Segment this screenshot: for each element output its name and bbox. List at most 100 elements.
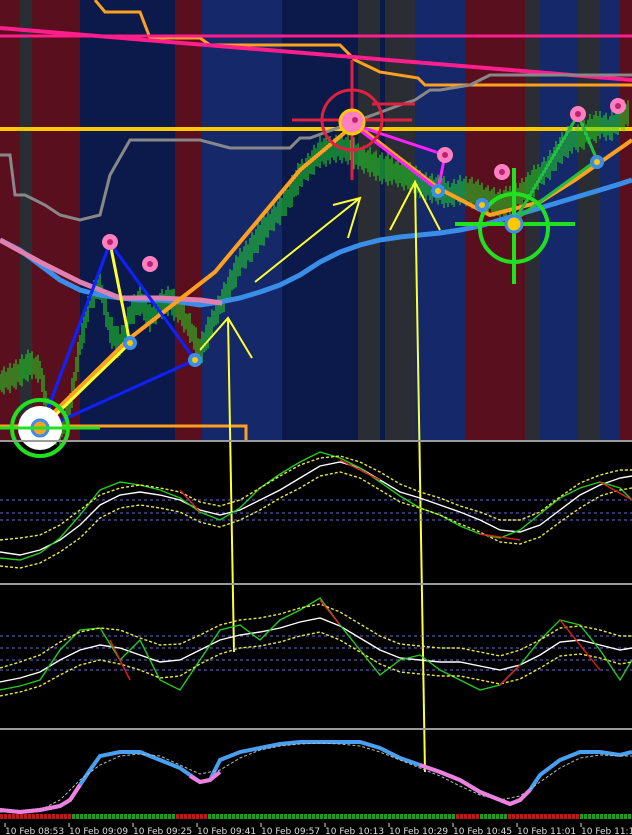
x-tick-label: 10 Feb 10:29 xyxy=(389,827,448,835)
histogram-bar xyxy=(208,814,211,819)
neutral-zone xyxy=(578,0,600,440)
x-tick-label: 10 Feb 09:25 xyxy=(133,827,192,835)
pink-dot-core xyxy=(499,169,505,175)
oscillator_3-main-line xyxy=(0,740,632,815)
pink-dot-core xyxy=(575,111,581,117)
histogram-bar xyxy=(348,814,351,819)
histogram-bar xyxy=(360,814,363,819)
histogram-strip xyxy=(0,814,631,819)
histogram-bar xyxy=(112,814,115,819)
osc2-red-segment xyxy=(559,619,601,671)
histogram-bar xyxy=(224,814,227,819)
histogram-bar xyxy=(156,814,159,819)
histogram-bar xyxy=(216,814,219,819)
oscillator_1-main-line xyxy=(0,461,632,556)
histogram-bar xyxy=(264,814,267,819)
histogram-bar xyxy=(0,814,3,819)
histogram-bar xyxy=(128,814,131,819)
histogram-bar xyxy=(280,814,283,819)
histogram-bar xyxy=(328,814,331,819)
histogram-bar xyxy=(624,814,627,819)
oscillator-layer xyxy=(0,451,632,815)
histogram-bar xyxy=(528,814,531,819)
histogram-bar xyxy=(368,814,371,819)
bull-zone xyxy=(600,0,620,440)
x-tick-label: 10 Feb 08:53 xyxy=(5,827,64,835)
pink-dot-core xyxy=(352,117,358,123)
histogram-bar xyxy=(488,814,491,819)
histogram-bar xyxy=(496,814,499,819)
histogram-bar xyxy=(252,814,255,819)
histogram-bar xyxy=(256,814,259,819)
histogram-bar xyxy=(172,814,175,819)
histogram-bar xyxy=(8,814,11,819)
histogram-bar xyxy=(120,814,123,819)
histogram-bar xyxy=(300,814,303,819)
histogram-bar xyxy=(524,814,527,819)
oscillator_2-signal-line xyxy=(0,597,632,691)
histogram-bar xyxy=(372,814,375,819)
histogram-bar xyxy=(4,814,7,819)
histogram-bar xyxy=(164,814,167,819)
histogram-bar xyxy=(548,814,551,819)
histogram-bar xyxy=(420,814,423,819)
green-target-dot xyxy=(504,214,524,234)
histogram-bar xyxy=(20,814,23,819)
histogram-bar xyxy=(596,814,599,819)
histogram-bar xyxy=(384,814,387,819)
x-tick-label: 10 Feb 09:41 xyxy=(197,827,256,835)
histogram-bar xyxy=(336,814,339,819)
neutral-zone xyxy=(525,0,540,440)
oscillator_2-env_lower-line xyxy=(0,631,632,697)
histogram-bar xyxy=(408,814,411,819)
histogram-bar xyxy=(272,814,275,819)
x-tick-label: 10 Feb 09:09 xyxy=(69,827,128,835)
histogram-bar xyxy=(320,814,323,819)
histogram-bar xyxy=(292,814,295,819)
pink-dot-core xyxy=(147,261,153,267)
histogram-bar xyxy=(144,814,147,819)
histogram-bar xyxy=(260,814,263,819)
histogram-bar xyxy=(460,814,463,819)
histogram-bar xyxy=(400,814,403,819)
histogram-bar xyxy=(236,814,239,819)
histogram-bar xyxy=(580,814,583,819)
histogram-bar xyxy=(308,814,311,819)
histogram-bar xyxy=(64,814,67,819)
histogram-bar xyxy=(396,814,399,819)
histogram-bar xyxy=(212,814,215,819)
histogram-bar xyxy=(552,814,555,819)
histogram-bar xyxy=(152,814,155,819)
histogram-bar xyxy=(612,814,615,819)
chart-canvas[interactable]: 10 Feb 08:53 10 Feb 09:09 10 Feb 09:25 10 F… xyxy=(0,0,632,835)
histogram-bar xyxy=(184,814,187,819)
blue-dot-core xyxy=(479,202,485,208)
histogram-bar xyxy=(480,814,483,819)
histogram-bar xyxy=(72,814,75,819)
histogram-bar xyxy=(24,814,27,819)
osc1-red-segment xyxy=(479,533,521,541)
histogram-bar xyxy=(456,814,459,819)
histogram-bar xyxy=(568,814,571,819)
histogram-bar xyxy=(532,814,535,819)
histogram-bar xyxy=(32,814,35,819)
histogram-bar xyxy=(436,814,439,819)
x-axis: 10 Feb 08:53 10 Feb 09:09 10 Feb 09:25 10 F… xyxy=(4,823,632,835)
histogram-bar xyxy=(108,814,111,819)
histogram-bar xyxy=(168,814,171,819)
histogram-bar xyxy=(376,814,379,819)
histogram-bar xyxy=(240,814,243,819)
histogram-bar xyxy=(576,814,579,819)
histogram-bar xyxy=(192,814,195,819)
histogram-bar xyxy=(556,814,559,819)
histogram-bar xyxy=(148,814,151,819)
histogram-bar xyxy=(356,814,359,819)
bear-zone xyxy=(175,0,203,440)
histogram-bar xyxy=(448,814,451,819)
histogram-bar xyxy=(620,814,623,819)
histogram-bar xyxy=(412,814,415,819)
histogram-bar xyxy=(312,814,315,819)
histogram-bar xyxy=(584,814,587,819)
histogram-bar xyxy=(364,814,367,819)
histogram-bar xyxy=(500,814,503,819)
